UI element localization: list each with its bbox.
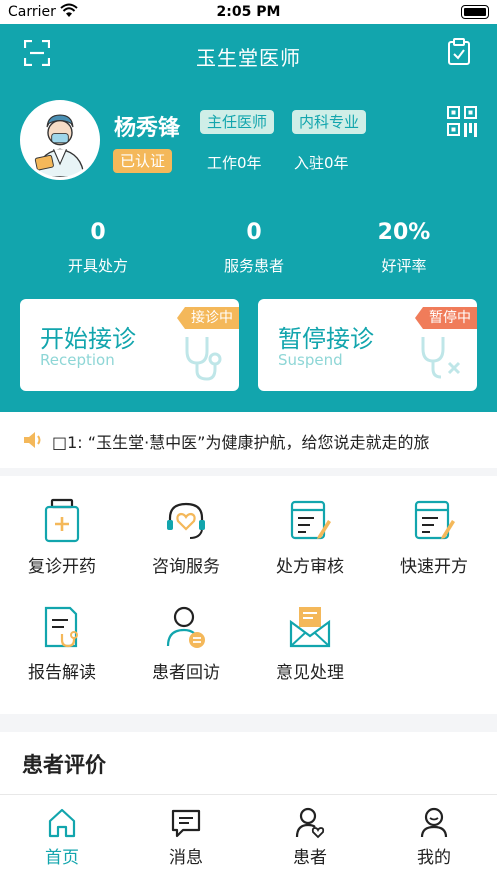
patient-icon [295, 807, 325, 839]
doctor-header: 玉生堂医师 杨秀锋 主任医师 内科专业 已认证 工作0年 入驻0年 0 开具处方… [0, 24, 497, 412]
service-label: 患者回访 [152, 663, 220, 683]
card-subtitle: Suspend [278, 351, 343, 369]
page-title: 玉生堂医师 [196, 46, 301, 70]
reception-status-badge: 接诊中 [177, 307, 239, 329]
service-label: 处方审核 [276, 557, 344, 577]
prescription-edit-icon [290, 500, 331, 540]
battery-icon [461, 5, 489, 19]
stethoscope-icon [185, 337, 222, 381]
message-icon [171, 809, 201, 838]
stat-label: 好评率 [381, 257, 427, 275]
avatar[interactable] [20, 100, 100, 180]
stat-label: 开具处方 [67, 257, 128, 275]
service-quick[interactable]: 快速开方 [372, 498, 496, 577]
prescription-pen-icon [414, 500, 455, 540]
service-label: 复诊开药 [28, 557, 96, 577]
tab-label: 我的 [417, 848, 451, 868]
speaker-icon [24, 432, 41, 448]
department-tag: 内科专业 [292, 110, 367, 134]
title-tag: 主任医师 [200, 110, 275, 134]
clipboard-check-icon[interactable] [447, 38, 471, 66]
tab-mine[interactable]: 我的 [372, 807, 496, 868]
stat-patients[interactable]: 0 服务患者 [171, 220, 337, 276]
tab-patients[interactable]: 患者 [248, 807, 372, 868]
tab-label: 消息 [169, 848, 203, 868]
stat-value: 20% [377, 220, 431, 245]
feedback-mail-icon [289, 607, 331, 648]
stat-prescriptions[interactable]: 0 开具处方 [15, 220, 181, 276]
stat-rating[interactable]: 20% 好评率 [321, 220, 487, 276]
report-stethoscope-icon [44, 606, 78, 648]
tab-messages[interactable]: 消息 [124, 807, 248, 868]
start-reception-card[interactable]: 开始接诊 Reception 接诊中 [20, 299, 239, 391]
stat-value: 0 [90, 220, 106, 245]
stethoscope-off-icon [421, 337, 461, 379]
card-title: 开始接诊 [40, 325, 136, 353]
profile-icon [420, 807, 448, 838]
service-refill[interactable]: 复诊开药 [0, 498, 124, 577]
home-icon [48, 808, 76, 838]
service-consult[interactable]: 咨询服务 [124, 498, 248, 577]
patient-reviews-section: 患者评价 [0, 732, 497, 794]
doctor-avatar-icon [23, 103, 97, 177]
qr-code-icon[interactable] [447, 106, 477, 138]
stat-value: 0 [246, 220, 262, 245]
stat-label: 服务患者 [223, 257, 284, 275]
section-title: 患者评价 [22, 753, 106, 777]
announcement-bar[interactable]: □1: “玉生堂·慧中医”为健康护航，给您说走就走的旅 [0, 412, 497, 468]
card-subtitle: Reception [40, 351, 115, 369]
work-years: 工作0年 [207, 154, 262, 172]
service-label: 快速开方 [400, 557, 468, 577]
tab-label: 患者 [293, 848, 327, 868]
announcement-text: □1: “玉生堂·慧中医”为健康护航，给您说走就走的旅 [52, 433, 430, 452]
card-title: 暂停接诊 [278, 325, 374, 353]
service-grid: 复诊开药 咨询服务 处方审核 快速开方 报告解读 患者回访 意见处理 [0, 476, 497, 714]
suspend-status-badge: 暂停中 [415, 307, 477, 329]
verified-badge: 已认证 [113, 149, 173, 173]
service-review[interactable]: 处方审核 [248, 498, 372, 577]
status-bar: Carrier 2:05 PM [0, 0, 497, 24]
tab-home[interactable]: 首页 [0, 807, 124, 868]
service-label: 报告解读 [28, 663, 96, 683]
suspend-reception-card[interactable]: 暂停接诊 Suspend 暂停中 [258, 299, 477, 391]
service-revisit[interactable]: 患者回访 [124, 604, 248, 683]
clock: 2:05 PM [216, 4, 281, 20]
bottom-tab-bar: 首页 消息 患者 我的 [0, 794, 497, 883]
service-label: 意见处理 [276, 663, 344, 683]
patient-revisit-icon [166, 606, 205, 648]
headset-heart-icon [167, 502, 205, 539]
joined-years: 入驻0年 [294, 154, 349, 172]
medicine-jar-icon [44, 498, 80, 543]
tab-label: 首页 [45, 848, 79, 868]
doctor-name: 杨秀锋 [114, 116, 181, 141]
service-label: 咨询服务 [152, 557, 220, 577]
service-feedback[interactable]: 意见处理 [248, 604, 372, 683]
service-report[interactable]: 报告解读 [0, 604, 124, 683]
